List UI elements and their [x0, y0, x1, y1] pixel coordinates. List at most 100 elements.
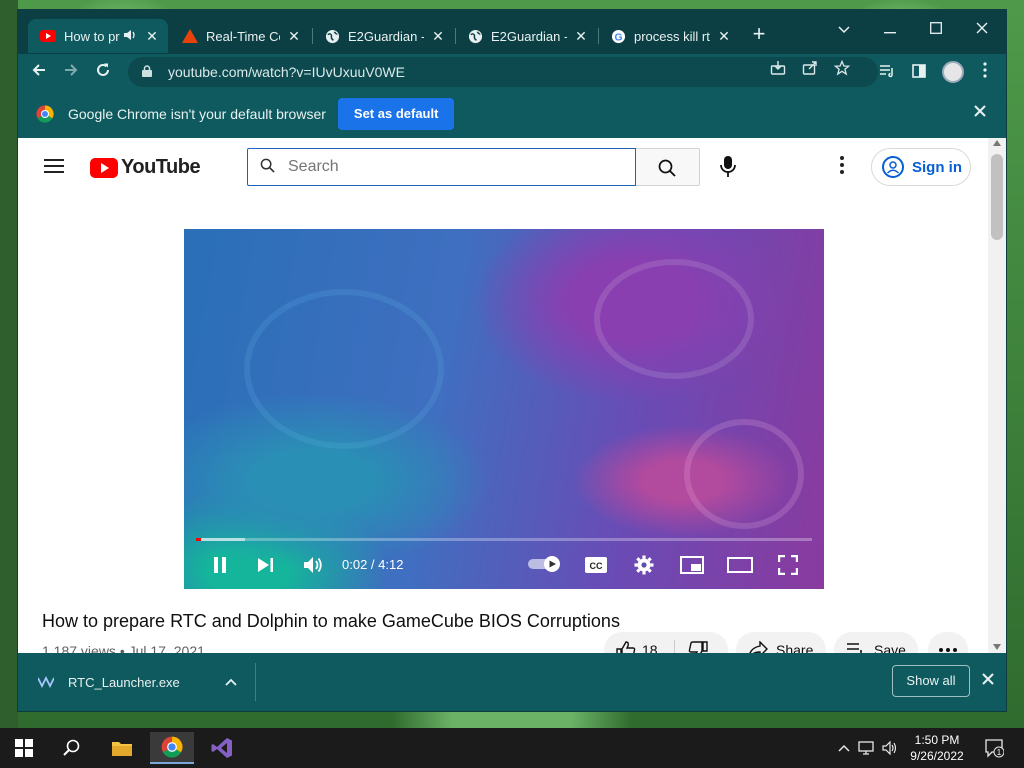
video-progress-bar[interactable] [196, 538, 812, 541]
globe-icon [324, 28, 340, 44]
chevron-up-icon[interactable] [225, 678, 237, 686]
mute-button[interactable] [298, 549, 328, 581]
tab-label: process kill rtc [634, 28, 710, 44]
browser-toolbar: youtube.com/watch?v=IUvUxuuV0WE [18, 54, 1006, 90]
youtube-header: YouTube Sign in [18, 138, 988, 194]
tab-real-time[interactable]: Real-Time Cor ✕ [170, 19, 310, 53]
thumbs-up-icon [616, 641, 636, 653]
sign-in-button[interactable]: Sign in [871, 148, 971, 186]
scrollbar-thumb[interactable] [991, 154, 1003, 240]
network-icon[interactable] [858, 741, 874, 755]
miniplayer-icon [680, 556, 704, 574]
youtube-icon [40, 28, 56, 44]
close-icon[interactable]: ✕ [716, 28, 732, 44]
default-browser-infobar: Google Chrome isn't your default browser… [18, 90, 1006, 138]
save-button[interactable]: Save [834, 632, 918, 653]
install-icon[interactable] [766, 57, 790, 87]
settings-button[interactable] [630, 549, 658, 581]
settings-menu-icon[interactable] [836, 156, 848, 176]
dislike-button[interactable] [688, 641, 708, 653]
close-window-button[interactable] [960, 16, 1004, 44]
gear-icon [634, 555, 654, 575]
set-default-button[interactable]: Set as default [337, 98, 455, 130]
tab-process-kill[interactable]: G process kill rtc ✕ [598, 19, 740, 53]
chrome-window: How to pr ✕ Real-Time Cor ✕ E2Guardian -… [18, 10, 1006, 711]
file-explorer-button[interactable] [100, 732, 144, 764]
start-button[interactable] [2, 732, 46, 764]
reload-button[interactable] [90, 59, 116, 85]
back-button[interactable] [26, 59, 52, 85]
forward-button[interactable] [58, 59, 84, 85]
lock-icon[interactable] [142, 64, 156, 80]
download-item[interactable]: RTC_Launcher.exe [18, 653, 254, 711]
share-button[interactable]: Share [736, 632, 826, 653]
new-tab-button[interactable]: + [748, 23, 770, 46]
search-button[interactable] [636, 148, 700, 186]
close-icon[interactable] [970, 104, 990, 122]
close-icon[interactable]: ✕ [573, 28, 589, 44]
tab-youtube[interactable]: How to pr ✕ [28, 19, 168, 53]
close-icon[interactable] [980, 671, 996, 691]
search-field[interactable] [247, 148, 636, 186]
speaker-icon[interactable] [122, 28, 138, 44]
url-text: youtube.com/watch?v=IUvUxuuV0WE [168, 64, 405, 80]
video-frame-swirl [244, 289, 444, 449]
miniplayer-button[interactable] [678, 549, 706, 581]
subtitles-button[interactable]: CC [582, 549, 610, 581]
tab-e2guardian-1[interactable]: E2Guardian - A ✕ [312, 19, 454, 53]
close-icon[interactable]: ✕ [286, 28, 302, 44]
like-button[interactable] [616, 641, 636, 653]
chrome-taskbar-button[interactable] [150, 732, 194, 764]
more-horizontal-icon [939, 648, 957, 652]
scroll-up-arrow-icon[interactable] [993, 140, 1001, 146]
fullscreen-button[interactable] [774, 549, 802, 581]
more-actions-button[interactable] [928, 632, 968, 653]
system-tray [838, 728, 898, 768]
profile-avatar[interactable] [942, 61, 964, 83]
youtube-logo[interactable]: YouTube [90, 156, 201, 179]
chrome-logo-icon [36, 105, 54, 123]
tab-e2guardian-2[interactable]: E2Guardian - A ✕ [455, 19, 597, 53]
share-icon [749, 641, 768, 653]
media-control-icon[interactable] [874, 59, 900, 85]
side-panel-icon[interactable] [906, 59, 932, 85]
volume-icon[interactable] [882, 741, 898, 755]
scroll-down-arrow-icon[interactable] [993, 644, 1001, 650]
taskbar-clock[interactable]: 1:50 PM 9/26/2022 [902, 732, 972, 764]
share-label: Share [776, 642, 814, 653]
close-icon[interactable]: ✕ [144, 28, 160, 44]
thumbs-down-icon [688, 641, 708, 653]
bookmark-star-icon[interactable] [830, 57, 854, 87]
chevron-up-icon[interactable] [838, 744, 850, 752]
warning-icon [182, 28, 198, 44]
tab-strip: How to pr ✕ Real-Time Cor ✕ E2Guardian -… [18, 10, 1006, 54]
close-icon[interactable]: ✕ [430, 28, 446, 44]
next-button[interactable] [252, 549, 280, 581]
search-taskbar-button[interactable] [50, 732, 94, 764]
google-icon: G [610, 28, 626, 44]
search-input[interactable] [288, 158, 608, 176]
minimize-button[interactable] [868, 16, 912, 44]
svg-text:CC: CC [590, 561, 603, 571]
autoplay-toggle[interactable] [528, 556, 562, 572]
pause-button[interactable] [206, 549, 234, 581]
action-center-button[interactable]: 1 [984, 738, 1005, 758]
address-bar[interactable]: youtube.com/watch?v=IUvUxuuV0WE [128, 57, 878, 87]
video-player[interactable]: 0:02 / 4:12 CC [184, 229, 824, 589]
theater-mode-button[interactable] [726, 549, 754, 581]
buffer-fill [196, 538, 246, 541]
tab-search-button[interactable] [822, 16, 866, 44]
visual-studio-button[interactable] [200, 732, 244, 764]
download-filename: RTC_Launcher.exe [68, 674, 180, 690]
share-icon[interactable] [798, 57, 822, 87]
maximize-button[interactable] [914, 16, 958, 44]
chrome-menu-icon[interactable] [972, 59, 998, 85]
theater-icon [727, 557, 753, 573]
fullscreen-icon [778, 555, 798, 575]
next-icon [258, 558, 273, 572]
microphone-icon[interactable] [716, 151, 740, 183]
tab-label: Real-Time Cor [206, 28, 280, 44]
menu-icon[interactable] [44, 159, 64, 173]
show-all-button[interactable]: Show all [892, 665, 970, 697]
sign-in-label: Sign in [912, 158, 962, 176]
